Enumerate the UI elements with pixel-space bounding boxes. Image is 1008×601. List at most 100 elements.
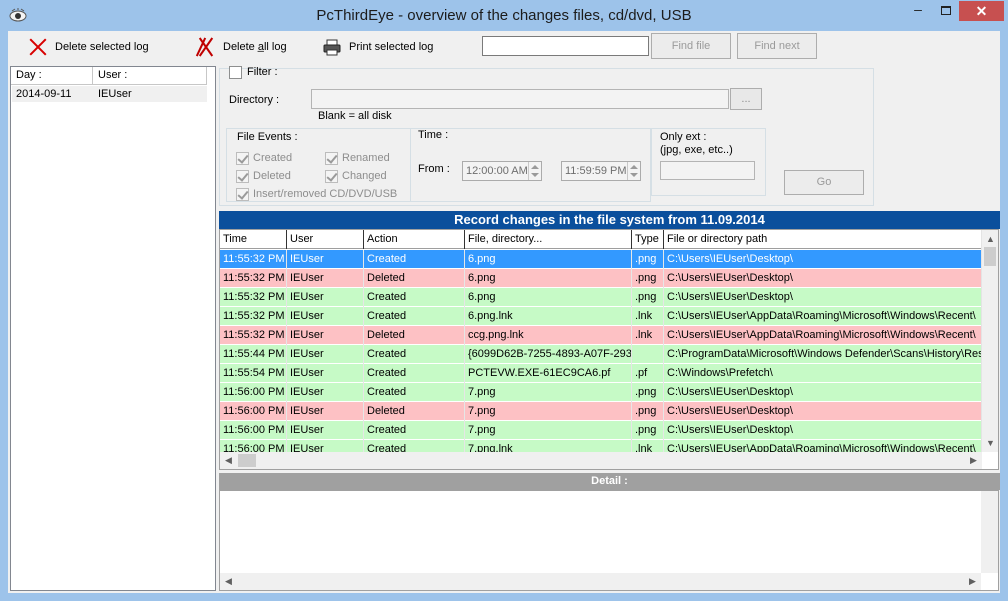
renamed-checkbox[interactable] xyxy=(325,152,338,165)
record-user-cell: IEUser xyxy=(287,269,364,288)
red-x-icon xyxy=(28,37,48,57)
day-user-value: IEUser xyxy=(98,88,132,100)
day-list[interactable]: Day : User : 2014-09-11 IEUser xyxy=(10,66,216,591)
print-selected-log-button[interactable]: Print selected log xyxy=(322,35,433,59)
to-time-spinner[interactable] xyxy=(627,162,640,180)
record-row[interactable]: 11:56:00 PM IEUser Created 7.png .png C:\User… xyxy=(220,383,982,402)
delete-all-log-button[interactable]: Delete a̲ll log xyxy=(195,35,287,59)
to-time-value: 11:59:59 PM xyxy=(565,165,627,177)
record-file-cell: 6.png.lnk xyxy=(465,307,632,326)
time-column-header[interactable]: Time xyxy=(220,230,287,249)
minimize-button[interactable]: – xyxy=(904,1,932,21)
record-type-cell: .png xyxy=(632,269,664,288)
record-path-cell: C:\Users\IEUser\AppData\Roaming\Microsof… xyxy=(664,307,982,326)
renamed-checkbox-label: Renamed xyxy=(342,152,390,164)
record-path-cell: C:\Windows\Prefetch\ xyxy=(664,364,982,383)
from-time-picker[interactable]: 12:00:00 AM xyxy=(462,161,542,181)
horizontal-scroll-thumb[interactable] xyxy=(238,454,256,467)
changed-checkbox[interactable] xyxy=(325,170,338,183)
detail-textbox[interactable]: ◀ ▶ xyxy=(219,490,999,591)
day-column-header[interactable]: Day : xyxy=(11,67,93,85)
records-vertical-scrollbar[interactable]: ▲ ▼ xyxy=(981,230,998,452)
print-selected-log-label: Print selected log xyxy=(349,41,434,53)
detail-horizontal-scrollbar[interactable]: ◀ ▶ xyxy=(220,573,981,590)
user-column-header[interactable]: User : xyxy=(93,67,207,85)
scroll-down-icon[interactable]: ▼ xyxy=(983,436,998,450)
records-grid[interactable]: Time User Action File, directory... Type… xyxy=(219,229,999,470)
detail-title: Detail : xyxy=(219,473,1000,490)
app-window: PcThirdEye - overview of the changes fil… xyxy=(0,0,1008,601)
record-action-cell: Created xyxy=(364,288,465,307)
deleted-checkbox-label: Deleted xyxy=(253,170,291,182)
detail-scroll-right-icon[interactable]: ▶ xyxy=(965,574,980,588)
record-type-cell: .png xyxy=(632,250,664,269)
from-time-spinner[interactable] xyxy=(528,162,541,180)
scroll-left-icon[interactable]: ◀ xyxy=(221,453,236,467)
find-next-button[interactable]: Find next xyxy=(737,33,817,59)
browse-directory-button[interactable]: ... xyxy=(730,88,762,110)
record-time-cell: 11:55:44 PM xyxy=(220,345,287,364)
record-row[interactable]: 11:55:32 PM IEUser Created 6.png .png C:\User… xyxy=(220,288,982,307)
detail-vertical-scrollbar[interactable] xyxy=(981,491,998,573)
action-column-header[interactable]: Action xyxy=(364,230,465,249)
to-time-picker[interactable]: 11:59:59 PM xyxy=(561,161,641,181)
scroll-up-icon[interactable]: ▲ xyxy=(983,232,998,246)
delete-selected-log-button[interactable]: Delete selected log xyxy=(28,35,149,59)
path-column-header[interactable]: File or directory path xyxy=(664,230,982,249)
record-action-cell: Created xyxy=(364,307,465,326)
record-user-cell: IEUser xyxy=(287,307,364,326)
vertical-scroll-thumb[interactable] xyxy=(984,247,996,266)
cd-dvd-usb-checkbox[interactable] xyxy=(236,188,249,201)
find-file-button[interactable]: Find file xyxy=(651,33,731,59)
go-button[interactable]: Go xyxy=(784,170,864,195)
day-list-item[interactable]: 2014-09-11 IEUser xyxy=(12,86,207,102)
filter-checkbox[interactable] xyxy=(229,66,242,79)
record-row[interactable]: 11:55:32 PM IEUser Created 6.png .png C:\User… xyxy=(220,250,982,269)
record-path-cell: C:\Users\IEUser\Desktop\ xyxy=(664,269,982,288)
only-ext-input[interactable] xyxy=(660,161,755,180)
detail-scroll-left-icon[interactable]: ◀ xyxy=(221,574,236,588)
record-action-cell: Created xyxy=(364,250,465,269)
record-action-cell: Created xyxy=(364,364,465,383)
type-column-header[interactable]: Type xyxy=(632,230,664,249)
scroll-right-icon[interactable]: ▶ xyxy=(966,453,981,467)
user-column-header[interactable]: User xyxy=(287,230,364,249)
record-file-cell: 7.png xyxy=(465,421,632,440)
created-checkbox-label: Created xyxy=(253,152,293,164)
record-type-cell: .png xyxy=(632,288,664,307)
record-row[interactable]: 11:55:44 PM IEUser Created {6099D62B-7255-4… xyxy=(220,345,982,364)
record-file-cell: 6.png xyxy=(465,250,632,269)
record-type-cell: .png xyxy=(632,402,664,421)
record-type-cell xyxy=(632,345,664,364)
maximize-button[interactable] xyxy=(933,1,959,21)
record-row[interactable]: 11:55:32 PM IEUser Deleted 6.png .png C:\User… xyxy=(220,269,982,288)
close-button[interactable]: ✕ xyxy=(959,1,1004,21)
record-action-cell: Deleted xyxy=(364,269,465,288)
record-type-cell: .png xyxy=(632,383,664,402)
directory-input[interactable] xyxy=(311,89,729,109)
record-row[interactable]: 11:55:32 PM IEUser Deleted ccg.png.lnk .lnk C… xyxy=(220,326,982,345)
record-action-cell: Created xyxy=(364,345,465,364)
file-column-header[interactable]: File, directory... xyxy=(465,230,632,249)
record-user-cell: IEUser xyxy=(287,364,364,383)
record-row[interactable]: 11:55:32 PM IEUser Created 6.png.lnk .lnk C:\… xyxy=(220,307,982,326)
record-row[interactable]: 11:56:00 PM IEUser Created 7.png .png C:\User… xyxy=(220,421,982,440)
record-user-cell: IEUser xyxy=(287,250,364,269)
record-path-cell: C:\Users\IEUser\Desktop\ xyxy=(664,402,982,421)
find-input[interactable] xyxy=(482,36,649,56)
changed-checkbox-label: Changed xyxy=(342,170,387,182)
created-checkbox[interactable] xyxy=(236,152,249,165)
from-time-value: 12:00:00 AM xyxy=(466,165,528,177)
records-horizontal-scrollbar[interactable]: ◀ ▶ xyxy=(220,452,982,469)
record-row[interactable]: 11:55:54 PM IEUser Created PCTEVW.EXE-61EC9… xyxy=(220,364,982,383)
record-path-cell: C:\Users\IEUser\Desktop\ xyxy=(664,421,982,440)
record-row[interactable]: 11:56:00 PM IEUser Deleted 7.png .png C:\User… xyxy=(220,402,982,421)
cd-dvd-usb-checkbox-label: Insert/removed CD/DVD/USB xyxy=(253,188,398,200)
record-path-cell: C:\Users\IEUser\Desktop\ xyxy=(664,250,982,269)
title-bar[interactable]: PcThirdEye - overview of the changes fil… xyxy=(0,0,1008,31)
record-file-cell: {6099D62B-7255-4893-A07F-293 xyxy=(465,345,632,364)
record-action-cell: Deleted xyxy=(364,326,465,345)
day-value: 2014-09-11 xyxy=(16,88,72,100)
deleted-checkbox[interactable] xyxy=(236,170,249,183)
from-label: From : xyxy=(418,163,450,175)
